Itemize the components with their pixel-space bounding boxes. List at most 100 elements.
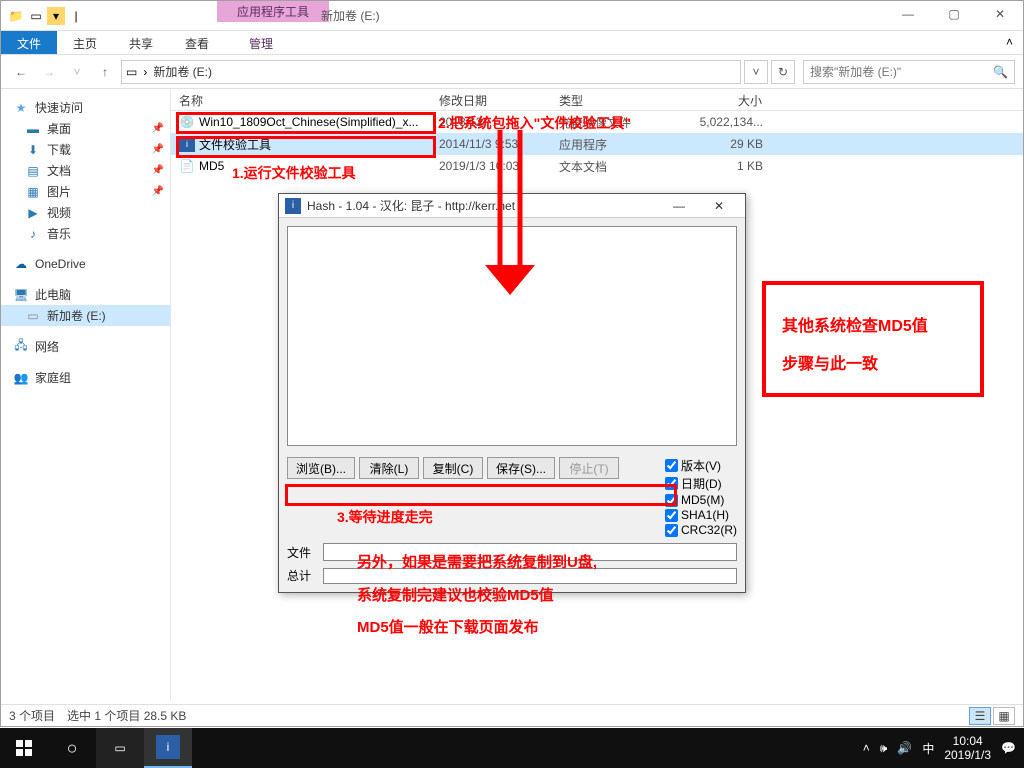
tray-notifications-icon[interactable]: 💬: [1001, 741, 1016, 755]
hash-close-button[interactable]: ✕: [699, 195, 739, 217]
documents-icon: ▤: [25, 163, 41, 179]
file-row[interactable]: i文件校验工具 2014/11/3 9:53 应用程序 29 KB: [171, 133, 1023, 155]
search-input[interactable]: [810, 65, 993, 79]
tray-clock[interactable]: 10:04 2019/1/3: [944, 734, 991, 763]
drive-icon: ▭: [25, 308, 41, 324]
ribbon-file[interactable]: 文件: [1, 31, 57, 54]
onedrive-icon: ☁: [13, 256, 29, 272]
start-button[interactable]: [0, 728, 48, 768]
system-tray: ˄ 🕪 🔊 中 10:04 2019/1/3 💬: [855, 734, 1024, 763]
check-date[interactable]: 日期(D): [665, 475, 737, 492]
close-button[interactable]: ✕: [977, 1, 1023, 26]
qat-dropdown-icon[interactable]: ▾: [47, 7, 65, 25]
col-name[interactable]: 名称: [171, 89, 431, 110]
maximize-button[interactable]: ▢: [931, 1, 977, 26]
nav-forward-button[interactable]: →: [37, 60, 61, 84]
sidebar-quick-access[interactable]: ★快速访问: [1, 97, 170, 118]
search-icon: 🔍: [993, 65, 1008, 79]
file-field-label: 文件: [287, 544, 317, 561]
ribbon-share[interactable]: 共享: [113, 31, 169, 54]
qat-props-icon[interactable]: ▭: [27, 7, 45, 25]
ribbon-collapse-icon[interactable]: ˄: [996, 31, 1023, 54]
statusbar: 3 个项目 选中 1 个项目 28.5 KB ☰ ▦: [1, 704, 1023, 726]
search-box[interactable]: 🔍: [803, 60, 1015, 84]
file-row[interactable]: 📄MD5 2019/1/3 10:03 文本文档 1 KB: [171, 155, 1023, 177]
copy-button[interactable]: 复制(C): [423, 457, 483, 479]
sidebar-network[interactable]: 🖧网络: [1, 336, 170, 357]
sidebar-homegroup[interactable]: 👥家庭组: [1, 367, 170, 388]
window-title: 新加卷 (E:): [321, 7, 380, 24]
tray-ime[interactable]: 中: [922, 740, 934, 757]
col-date[interactable]: 修改日期: [431, 89, 551, 110]
context-tab-label: 应用程序工具: [217, 1, 329, 22]
pin-icon: 📌: [152, 144, 164, 155]
sidebar: ★快速访问 ▬桌面📌 ⬇下载📌 ▤文档📌 ▦图片📌 ▶视频 ♪音乐 ☁OneDr…: [1, 89, 171, 701]
nav-row: ← → ˅ ↑ ▭ › 新加卷 (E:) ˅ ↻ 🔍: [1, 55, 1023, 89]
qat-sep: |: [67, 7, 85, 25]
pictures-icon: ▦: [25, 184, 41, 200]
sidebar-pictures[interactable]: ▦图片📌: [1, 181, 170, 202]
pin-icon: 📌: [152, 123, 164, 134]
tray-network-icon[interactable]: 🕪: [880, 741, 888, 756]
hash-minimize-button[interactable]: —: [659, 195, 699, 217]
clear-button[interactable]: 清除(L): [359, 457, 419, 479]
sidebar-music[interactable]: ♪音乐: [1, 223, 170, 244]
drive-icon: ▭: [126, 65, 137, 79]
hash-app-icon: i: [285, 198, 301, 214]
save-button[interactable]: 保存(S)...: [487, 457, 555, 479]
hash-titlebar[interactable]: i Hash - 1.04 - 汉化: 昆子 - http://kerr.net…: [279, 194, 745, 218]
downloads-icon: ⬇: [25, 142, 41, 158]
ribbon-view[interactable]: 查看: [169, 31, 225, 54]
sidebar-downloads[interactable]: ⬇下载📌: [1, 139, 170, 160]
hash-result-area[interactable]: [287, 226, 737, 446]
exe-icon: i: [179, 136, 195, 152]
breadcrumb-dropdown-icon[interactable]: ˅: [744, 60, 768, 84]
browse-button[interactable]: 浏览(B)...: [287, 457, 355, 479]
status-count: 3 个项目: [9, 707, 55, 724]
nav-recent-icon[interactable]: ˅: [65, 60, 89, 84]
iso-icon: 💿: [179, 114, 195, 130]
view-details-button[interactable]: ☰: [969, 707, 991, 725]
ribbon-tabs: 文件 主页 共享 查看 管理 ˄: [1, 31, 1023, 55]
ribbon-manage[interactable]: 管理: [233, 31, 289, 56]
hash-dialog: i Hash - 1.04 - 汉化: 昆子 - http://kerr.net…: [278, 193, 746, 593]
check-version[interactable]: 版本(V): [665, 457, 737, 474]
col-type[interactable]: 类型: [551, 89, 671, 110]
music-icon: ♪: [25, 226, 41, 242]
folder-icon: 📁: [7, 7, 25, 25]
sidebar-desktop[interactable]: ▬桌面📌: [1, 118, 170, 139]
sidebar-onedrive[interactable]: ☁OneDrive: [1, 254, 170, 274]
column-headers[interactable]: 名称 修改日期 类型 大小: [171, 89, 1023, 111]
file-field-input[interactable]: [323, 543, 737, 561]
file-row[interactable]: 💿Win10_1809Oct_Chinese(Simplified)_x... …: [171, 111, 1023, 133]
tray-volume-icon[interactable]: 🔊: [897, 741, 912, 755]
check-md5[interactable]: MD5(M): [665, 493, 737, 507]
status-selected: 选中 1 个项目 28.5 KB: [67, 707, 186, 724]
col-size[interactable]: 大小: [671, 89, 771, 110]
check-crc32[interactable]: CRC32(R): [665, 523, 737, 537]
taskbar: ○ ▭ i ˄ 🕪 🔊 中 10:04 2019/1/3 💬: [0, 728, 1024, 768]
pin-icon: 📌: [152, 186, 164, 197]
task-hash[interactable]: i: [144, 728, 192, 768]
view-large-button[interactable]: ▦: [993, 707, 1015, 725]
stop-button: 停止(T): [559, 457, 619, 479]
check-sha1[interactable]: SHA1(H): [665, 508, 737, 522]
sidebar-videos[interactable]: ▶视频: [1, 202, 170, 223]
minimize-button[interactable]: —: [885, 1, 931, 26]
sidebar-thispc[interactable]: 🖥此电脑: [1, 284, 170, 305]
nav-up-button[interactable]: ↑: [93, 60, 117, 84]
ribbon-home[interactable]: 主页: [57, 31, 113, 54]
task-explorer[interactable]: ▭: [96, 728, 144, 768]
total-progress: [323, 568, 737, 584]
sidebar-documents[interactable]: ▤文档📌: [1, 160, 170, 181]
nav-back-button[interactable]: ←: [9, 60, 33, 84]
txt-icon: 📄: [179, 158, 195, 174]
breadcrumb[interactable]: ▭ › 新加卷 (E:): [121, 60, 741, 84]
breadcrumb-sep-icon: ›: [143, 65, 147, 79]
cortana-button[interactable]: ○: [48, 728, 96, 768]
sidebar-newvol[interactable]: ▭新加卷 (E:): [1, 305, 170, 326]
tray-up-icon[interactable]: ˄: [863, 741, 870, 755]
refresh-button[interactable]: ↻: [771, 60, 795, 84]
breadcrumb-segment[interactable]: 新加卷 (E:): [153, 63, 212, 80]
pc-icon: 🖥: [13, 287, 29, 303]
